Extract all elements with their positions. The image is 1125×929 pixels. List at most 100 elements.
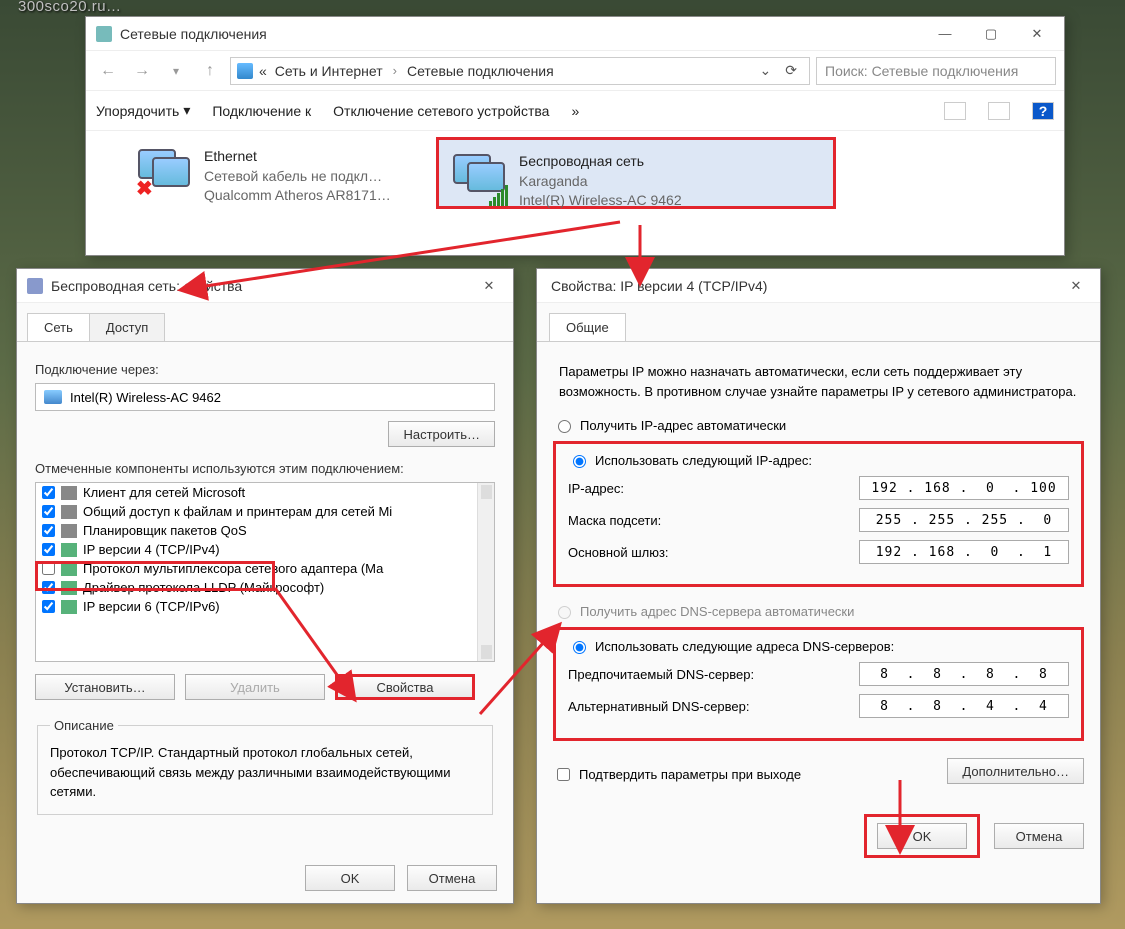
- manual-dns-group: Использовать следующие адреса DNS-сервер…: [553, 627, 1084, 741]
- component-checkbox[interactable]: [42, 562, 55, 575]
- component-checkbox[interactable]: [42, 505, 55, 518]
- forward-button[interactable]: →: [128, 57, 156, 85]
- list-item-ipv4: IP версии 4 (TCP/IPv4): [36, 540, 494, 559]
- tab-strip: Сеть Доступ: [17, 313, 513, 342]
- window-icon: [27, 278, 43, 294]
- components-listbox[interactable]: Клиент для сетей Microsoft Общий доступ …: [35, 482, 495, 662]
- component-icon: [61, 562, 77, 576]
- mask-input[interactable]: [859, 508, 1069, 532]
- ok-button[interactable]: OK: [305, 865, 395, 891]
- ip-label: IP-адрес:: [568, 481, 624, 496]
- ethernet-icon: ✖: [136, 147, 194, 201]
- component-checkbox[interactable]: [42, 600, 55, 613]
- mask-label: Маска подсети:: [568, 513, 661, 528]
- scrollbar[interactable]: [477, 483, 494, 661]
- title-bar: Беспроводная сеть: свойства ✕: [17, 269, 513, 303]
- configure-button[interactable]: Настроить…: [388, 421, 495, 447]
- adapter-name: Беспроводная сеть: [519, 152, 682, 172]
- close-button[interactable]: ✕: [1014, 19, 1060, 49]
- view-options-icon[interactable]: [944, 102, 966, 120]
- crumb-connections[interactable]: Сетевые подключения: [405, 61, 556, 81]
- history-dropdown[interactable]: ▾: [162, 57, 190, 85]
- radio-auto-ip-input[interactable]: [558, 420, 571, 433]
- window-icon: [96, 26, 112, 42]
- confirm-on-exit[interactable]: Подтвердить параметры при выходе: [553, 765, 801, 784]
- intro-text: Параметры IP можно назначать автоматичес…: [559, 362, 1078, 401]
- component-icon: [61, 543, 77, 557]
- properties-button[interactable]: Свойства: [335, 674, 475, 700]
- radio-manual-dns-input[interactable]: [573, 641, 586, 654]
- list-item: Общий доступ к файлам и принтерам для се…: [36, 502, 494, 521]
- gateway-input[interactable]: [859, 540, 1069, 564]
- dns2-input[interactable]: [859, 694, 1069, 718]
- adapter-wireless[interactable]: Беспроводная сеть Karaganda Intel(R) Wir…: [436, 137, 836, 209]
- back-button[interactable]: ←: [94, 57, 122, 85]
- wireless-icon: [451, 152, 509, 206]
- dns1-input[interactable]: [859, 662, 1069, 686]
- adapter-hw: Qualcomm Atheros AR8171…: [204, 186, 391, 206]
- close-button[interactable]: ✕: [1056, 271, 1096, 301]
- toolbar: Упорядочить ▾ Подключение к Отключение с…: [86, 91, 1064, 131]
- radio-auto-ip[interactable]: Получить IP-адрес автоматически: [553, 417, 1084, 433]
- address-bar[interactable]: « Сеть и Интернет › Сетевые подключения …: [230, 57, 810, 85]
- confirm-checkbox[interactable]: [557, 768, 570, 781]
- ip-input[interactable]: [859, 476, 1069, 500]
- preview-pane-icon[interactable]: [988, 102, 1010, 120]
- tab-access[interactable]: Доступ: [89, 313, 165, 341]
- toolbar-disable[interactable]: Отключение сетевого устройства: [333, 103, 549, 119]
- tab-strip: Общие: [537, 313, 1100, 342]
- list-item: Протокол мультиплексора сетевого адаптер…: [36, 559, 494, 578]
- component-checkbox[interactable]: [42, 543, 55, 556]
- advanced-button[interactable]: Дополнительно…: [947, 758, 1084, 784]
- ok-button[interactable]: OK: [877, 823, 967, 849]
- description-legend: Описание: [50, 718, 118, 733]
- address-dropdown[interactable]: ⌄: [754, 62, 778, 79]
- help-button[interactable]: ?: [1032, 102, 1054, 120]
- up-button[interactable]: ↑: [196, 57, 224, 85]
- component-checkbox[interactable]: [42, 524, 55, 537]
- refresh-button[interactable]: ⟳: [779, 62, 803, 79]
- title-bar: Свойства: IP версии 4 (TCP/IPv4) ✕: [537, 269, 1100, 303]
- tab-network[interactable]: Сеть: [27, 313, 90, 341]
- window-title: Свойства: IP версии 4 (TCP/IPv4): [547, 278, 1056, 294]
- description-text: Протокол TCP/IP. Стандартный протокол гл…: [50, 743, 480, 802]
- crumb-network-internet[interactable]: Сеть и Интернет: [273, 61, 385, 81]
- radio-auto-dns-input: [558, 606, 571, 619]
- adapter-field: Intel(R) Wireless-AC 9462: [35, 383, 495, 411]
- address-row: ← → ▾ ↑ « Сеть и Интернет › Сетевые подк…: [86, 51, 1064, 91]
- gateway-label: Основной шлюз:: [568, 545, 669, 560]
- tab-general[interactable]: Общие: [549, 313, 626, 341]
- manual-ip-group: Использовать следующий IP-адрес: IP-адре…: [553, 441, 1084, 587]
- component-icon: [61, 581, 77, 595]
- dns2-label: Альтернативный DNS-сервер:: [568, 699, 750, 714]
- install-button[interactable]: Установить…: [35, 674, 175, 700]
- component-icon: [61, 505, 77, 519]
- cancel-button[interactable]: Отмена: [994, 823, 1084, 849]
- close-button[interactable]: ✕: [469, 271, 509, 301]
- toolbar-organize[interactable]: Упорядочить ▾: [96, 102, 190, 119]
- title-bar: Сетевые подключения — ▢ ✕: [86, 17, 1064, 51]
- window-title: Беспроводная сеть: свойства: [51, 278, 469, 294]
- window-title: Сетевые подключения: [120, 26, 922, 42]
- toolbar-more[interactable]: »: [571, 103, 579, 119]
- radio-manual-ip-input[interactable]: [573, 455, 586, 468]
- component-checkbox[interactable]: [42, 581, 55, 594]
- component-icon: [61, 486, 77, 500]
- ok-highlight: OK: [864, 814, 980, 858]
- component-checkbox[interactable]: [42, 486, 55, 499]
- list-item: Драйвер протокола LLDP (Майкрософт): [36, 578, 494, 597]
- toolbar-connect[interactable]: Подключение к: [212, 103, 311, 119]
- list-item: Планировщик пакетов QoS: [36, 521, 494, 540]
- watermark-text: 300sco20.ru…: [18, 0, 122, 15]
- cancel-button[interactable]: Отмена: [407, 865, 497, 891]
- ipv4-properties-dialog: Свойства: IP версии 4 (TCP/IPv4) ✕ Общие…: [536, 268, 1101, 904]
- search-input[interactable]: Поиск: Сетевые подключения: [816, 57, 1056, 85]
- location-icon: [237, 63, 253, 79]
- maximize-button[interactable]: ▢: [968, 19, 1014, 49]
- minimize-button[interactable]: —: [922, 19, 968, 49]
- network-connections-window: Сетевые подключения — ▢ ✕ ← → ▾ ↑ « Сеть…: [85, 16, 1065, 256]
- list-item: IP версии 6 (TCP/IPv6): [36, 597, 494, 616]
- adapter-hw: Intel(R) Wireless-AC 9462: [519, 191, 682, 211]
- list-item: Клиент для сетей Microsoft: [36, 483, 494, 502]
- remove-button: Удалить: [185, 674, 325, 700]
